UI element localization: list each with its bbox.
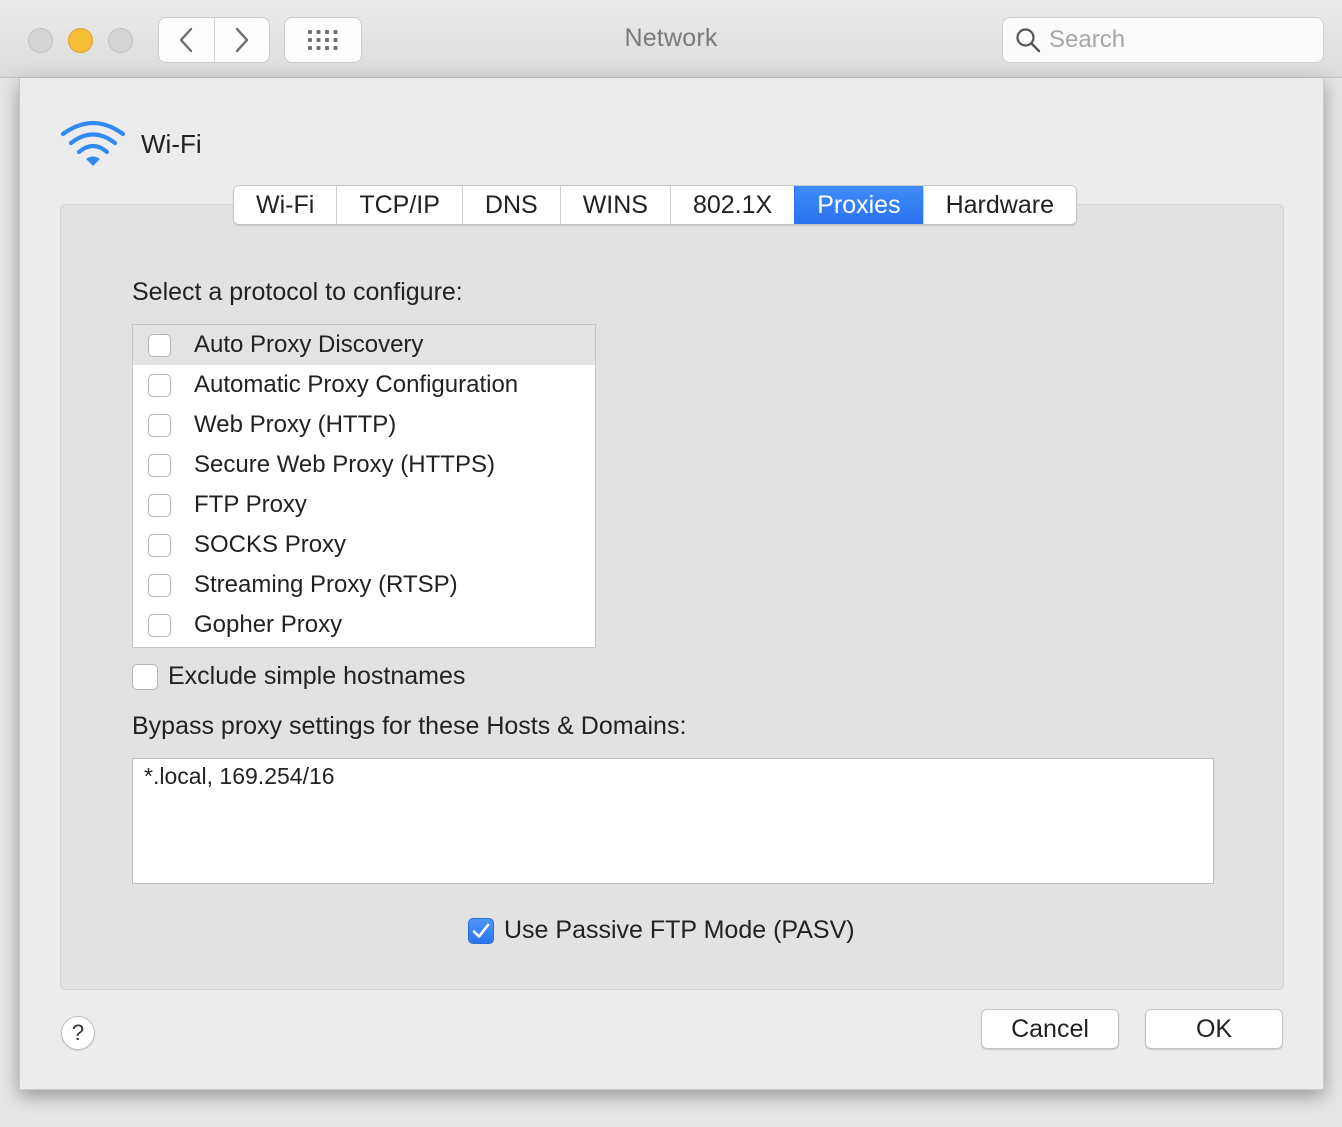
tab-wins[interactable]: WINS [559,186,670,224]
grid-icon [308,30,338,50]
list-item-label: Gopher Proxy [194,611,343,638]
list-item-label: Streaming Proxy (RTSP) [194,571,458,598]
network-window: Network Wi-Fi Wi-Fi [0,0,1342,1127]
checkbox-streaming-proxy-rtsp[interactable] [148,573,171,597]
list-item-automatic-proxy-configuration[interactable]: Automatic Proxy Configuration [133,365,595,405]
list-item-gopher-proxy[interactable]: Gopher Proxy [133,605,595,645]
tab-proxies[interactable]: Proxies [794,186,923,224]
search-icon [1016,28,1041,53]
back-button[interactable] [159,18,214,62]
tab-wifi[interactable]: Wi-Fi [234,186,337,224]
list-item-web-proxy-http[interactable]: Web Proxy (HTTP) [133,405,595,445]
checkbox-secure-web-proxy-https[interactable] [148,453,171,477]
tab-hardware[interactable]: Hardware [922,186,1076,224]
help-button[interactable]: ? [61,1016,95,1050]
checkbox-gopher-proxy[interactable] [148,613,171,637]
close-window-button[interactable] [28,28,53,53]
minimize-window-button[interactable] [68,28,93,53]
chevron-right-icon [235,27,248,53]
background-window-edge-left [0,78,19,1127]
list-item-label: Secure Web Proxy (HTTPS) [194,451,495,478]
cancel-button[interactable]: Cancel [981,1009,1119,1049]
checkbox-ftp-proxy[interactable] [148,493,171,517]
exclude-simple-hostnames-checkbox[interactable] [132,663,158,690]
checkbox-web-proxy-http[interactable] [148,413,171,437]
list-item-secure-web-proxy-https[interactable]: Secure Web Proxy (HTTPS) [133,445,595,485]
list-item-label: FTP Proxy [194,491,307,518]
passive-ftp-option[interactable]: Use Passive FTP Mode (PASV) [468,916,855,945]
list-item-label: Auto Proxy Discovery [194,331,424,358]
back-forward-group [158,17,270,63]
interface-header: Wi-Fi [60,120,202,168]
ok-button[interactable]: OK [1145,1009,1283,1049]
list-item-socks-proxy[interactable]: SOCKS Proxy [133,525,595,565]
background-window-edge-bottom [0,1090,1342,1127]
list-item-label: Web Proxy (HTTP) [194,411,397,438]
tab-8021x[interactable]: 802.1X [669,186,795,224]
chevron-left-icon [180,27,193,53]
zoom-window-button[interactable] [108,28,133,53]
search-input[interactable] [1049,26,1309,54]
list-item-label: SOCKS Proxy [194,531,347,558]
window-title: Network [624,24,718,52]
proxies-sheet: Wi-Fi Wi-Fi TCP/IP DNS WINS 802.1X Proxi… [19,78,1324,1090]
checkbox-socks-proxy[interactable] [148,533,171,557]
list-item-streaming-proxy-rtsp[interactable]: Streaming Proxy (RTSP) [133,565,595,605]
bypass-label: Bypass proxy settings for these Hosts & … [132,712,687,740]
list-item-ftp-proxy[interactable]: FTP Proxy [133,485,595,525]
bypass-hosts-textarea[interactable]: *.local, 169.254/16 [132,758,1214,884]
wifi-icon [60,121,126,166]
settings-tabs: Wi-Fi TCP/IP DNS WINS 802.1X Proxies Har… [233,185,1077,225]
exclude-simple-hostnames-option[interactable]: Exclude simple hostnames [132,662,465,691]
select-protocol-label: Select a protocol to configure: [132,278,463,306]
interface-name: Wi-Fi [141,128,202,159]
passive-ftp-label: Use Passive FTP Mode (PASV) [504,916,855,944]
forward-button[interactable] [213,18,270,62]
list-item-label: Automatic Proxy Configuration [194,371,519,398]
checkbox-automatic-proxy-configuration[interactable] [148,373,171,397]
show-all-button[interactable] [284,17,362,63]
tab-tcpip[interactable]: TCP/IP [336,186,462,224]
list-item-auto-proxy-discovery[interactable]: Auto Proxy Discovery [133,325,595,365]
checkbox-auto-proxy-discovery[interactable] [148,333,171,357]
exclude-simple-hostnames-label: Exclude simple hostnames [168,662,466,690]
tab-dns[interactable]: DNS [461,186,560,224]
passive-ftp-checkbox[interactable] [468,917,494,944]
search-field[interactable] [1002,17,1324,63]
checkmark-icon [472,923,490,938]
protocol-list: Auto Proxy Discovery Automatic Proxy Con… [132,324,596,648]
background-window-edge-right [1324,78,1342,1127]
title-bar: Network [0,0,1342,78]
